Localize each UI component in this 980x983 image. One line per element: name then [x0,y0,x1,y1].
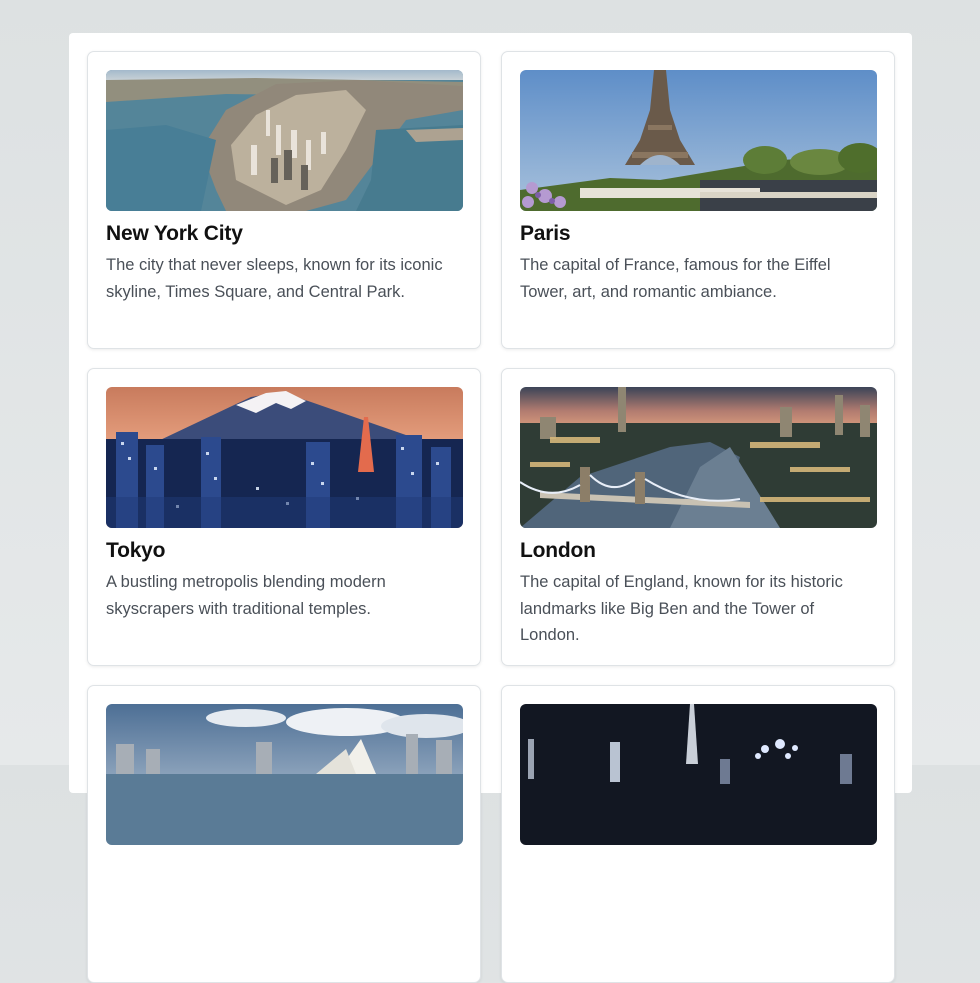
city-image [520,387,877,528]
city-gallery-panel: New York City The city that never sleeps… [69,33,912,983]
city-card-sydney[interactable] [87,685,481,983]
city-card-paris[interactable]: Paris The capital of France, famous for … [501,51,895,349]
city-title: Tokyo [106,539,166,562]
city-card-grid: New York City The city that never sleeps… [87,51,895,983]
city-image [520,70,877,211]
city-image [106,704,463,845]
city-image [520,704,877,845]
city-card-new-york[interactable]: New York City The city that never sleeps… [87,51,481,349]
city-title: London [520,539,596,562]
city-card-dubai[interactable] [501,685,895,983]
city-description: The capital of France, famous for the Ei… [520,256,831,301]
city-image [106,387,463,528]
city-description: The city that never sleeps, known for it… [106,256,443,301]
city-description: A bustling metropolis blending modern sk… [106,573,386,618]
city-title: New York City [106,222,243,245]
city-card-london[interactable]: London The capital of England, known for… [501,368,895,666]
city-image [106,70,463,211]
city-title: Paris [520,222,571,245]
city-card-tokyo[interactable]: Tokyo A bustling metropolis blending mod… [87,368,481,666]
city-description: The capital of England, known for its hi… [520,573,843,644]
